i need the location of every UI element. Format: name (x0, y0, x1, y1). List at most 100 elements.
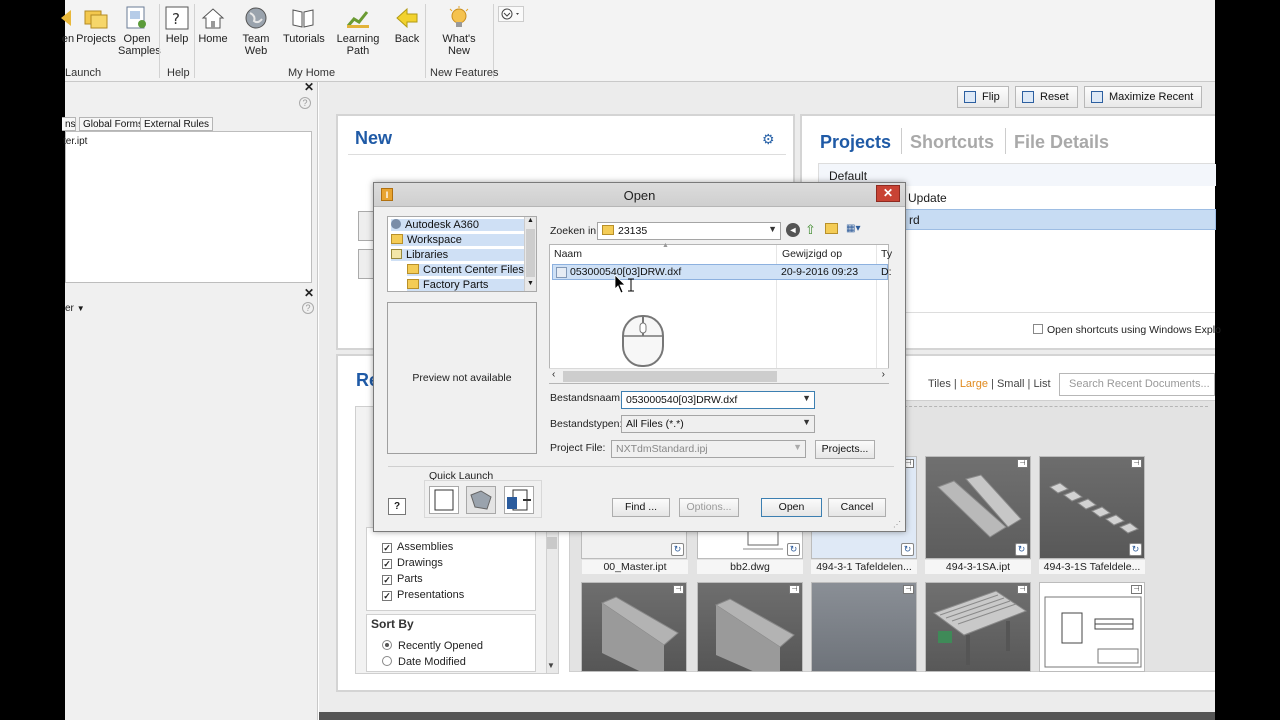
column-name[interactable]: Naam (554, 248, 582, 260)
check-icon: ✓ (382, 591, 392, 601)
folder-icon (391, 234, 403, 244)
scroll-left-icon[interactable]: ‹ (552, 369, 555, 380)
thumbnail-blank-part[interactable]: ⊣ (811, 582, 917, 672)
gear-icon[interactable]: ⚙ (762, 131, 775, 148)
scrollbar-thumb[interactable] (547, 537, 557, 549)
tab-file-details[interactable]: File Details (1014, 132, 1109, 153)
tab-external-rules[interactable]: External Rules (140, 117, 214, 131)
view-menu-icon[interactable]: ▦▾ (846, 223, 866, 236)
list-item[interactable]: ter.ipt (63, 136, 87, 147)
group-label-help: Help (167, 67, 190, 79)
flip-icon (964, 91, 976, 103)
scroll-up-icon[interactable]: ▲ (527, 217, 534, 224)
tab-global-forms[interactable]: Global Forms (79, 117, 148, 131)
divider (901, 128, 902, 154)
dialog-titlebar[interactable]: I Open ✕ (374, 183, 905, 207)
learning-path-icon (346, 11, 369, 28)
home-button[interactable]: Home (198, 6, 228, 45)
location-factory-parts[interactable]: Factory Parts (407, 279, 524, 291)
close-icon[interactable]: ✕ (304, 286, 314, 300)
pin-icon: ⊣ (1017, 459, 1028, 468)
thumbnail-wall-part[interactable]: ⊣ (581, 582, 687, 672)
view-list-link[interactable]: List (1033, 378, 1050, 390)
tab-projects[interactable]: Projects (820, 132, 891, 153)
scrollbar-thumb[interactable] (526, 229, 535, 277)
scrollbar-thumb[interactable] (563, 371, 777, 382)
column-modified[interactable]: Gewijzigd op (782, 248, 842, 260)
location-libraries[interactable]: Libraries (391, 249, 524, 261)
tab-shortcuts[interactable]: Shortcuts (910, 132, 994, 153)
template-icon[interactable] (358, 211, 374, 241)
search-recent-input[interactable]: Search Recent Documents... (1059, 373, 1215, 396)
filter-drawings-checkbox[interactable]: ✓ Drawings (382, 557, 443, 569)
location-autodesk-a360[interactable]: Autodesk A360 (391, 219, 524, 231)
options-button[interactable]: Options... (679, 498, 739, 517)
filename-input[interactable]: 053000540[03]DRW.dxf ▼ (621, 391, 815, 409)
back-button[interactable]: Back (393, 6, 421, 45)
help-icon[interactable]: ? (388, 498, 406, 515)
template-icon[interactable] (358, 249, 374, 279)
view-large-link[interactable]: Large (960, 378, 988, 390)
thumbnail-caption: 494-3-1SA.ipt (925, 560, 1031, 574)
location-tree: Autodesk A360 Workspace Libraries Conten… (387, 216, 537, 292)
column-type[interactable]: Ty (881, 248, 892, 260)
browser-dropdown[interactable]: er ▼ (65, 303, 85, 314)
filter-presentations-checkbox[interactable]: ✓ Presentations (382, 589, 464, 601)
find-button[interactable]: Find ... (612, 498, 670, 517)
thumbnail-494-3-1sa[interactable]: ⊣ ↻ (925, 456, 1031, 559)
pin-icon: ⊣ (903, 585, 914, 594)
flip-button[interactable]: Flip (957, 86, 1009, 108)
learning-path-button[interactable]: Learning Path (326, 6, 390, 57)
up-folder-icon[interactable]: ⇧ (805, 222, 816, 238)
projects-button[interactable]: Projects... (815, 440, 875, 459)
quick-access-dropdown[interactable] (498, 6, 524, 22)
sort-recently-opened-radio[interactable]: Recently Opened (382, 640, 483, 652)
tutorials-button[interactable]: Tutorials (283, 6, 325, 45)
view-small-link[interactable]: Small (997, 378, 1025, 390)
open-drawing-icon[interactable] (466, 486, 496, 514)
help-button[interactable]: ? Help (163, 6, 191, 45)
scrollbar[interactable]: ▲ ▼ (524, 217, 536, 291)
file-row-selected[interactable]: 053000540[03]DRW.dxf 20-9-2016 09:23 D: (552, 264, 892, 280)
project-file-dropdown[interactable]: NXTdmStandard.ipj ▼ (611, 440, 806, 458)
ribbon-separator (194, 4, 195, 78)
open-button[interactable]: Open (761, 498, 822, 517)
sort-date-modified-radio[interactable]: Date Modified (382, 656, 466, 668)
scroll-down-icon[interactable]: ▼ (527, 280, 534, 287)
resize-grip-icon[interactable]: ⋰ (893, 520, 901, 529)
whats-new-button[interactable]: What's New (437, 6, 481, 57)
reset-button[interactable]: Reset (1015, 86, 1078, 108)
view-tiles-link[interactable]: Tiles (928, 378, 951, 390)
look-in-dropdown[interactable]: 23135 ▼ (597, 222, 781, 240)
help-circle-icon[interactable]: ? (302, 302, 314, 314)
open-shortcuts-checkbox[interactable]: Open shortcuts using Windows Explo (1033, 324, 1221, 336)
open-samples-button[interactable]: Open Samples (118, 6, 161, 57)
thumbnail-wall-part[interactable]: ⊣ (697, 582, 803, 672)
back-arrow-icon[interactable]: ◄ (786, 223, 800, 237)
thumbnail-drawing-sheet[interactable]: ⊣ (1039, 582, 1145, 672)
close-icon[interactable]: ✕ (304, 80, 314, 94)
filter-parts-checkbox[interactable]: ✓ Parts (382, 573, 423, 585)
ribbon-button-partial[interactable]: en (61, 6, 75, 45)
team-web-button[interactable]: Team Web (232, 6, 280, 57)
scroll-right-icon[interactable]: › (882, 369, 885, 380)
filetype-dropdown[interactable]: All Files (*.*) ▼ (621, 415, 815, 433)
location-workspace[interactable]: Workspace (391, 234, 524, 246)
import-icon[interactable] (504, 486, 534, 514)
cursor-icon (614, 275, 634, 294)
cancel-button[interactable]: Cancel (828, 498, 886, 517)
filter-assemblies-checkbox[interactable]: ✓ Assemblies (382, 541, 453, 553)
projects-button[interactable]: Projects (76, 6, 116, 45)
scroll-down-icon[interactable]: ▼ (547, 661, 555, 670)
pin-icon: ⊣ (673, 585, 684, 594)
help-circle-icon[interactable]: ? (299, 97, 311, 109)
new-folder-icon[interactable] (825, 223, 838, 234)
horizontal-scrollbar[interactable]: ‹ › (549, 368, 889, 383)
thumbnail-494-3-1s-tafeldele[interactable]: ⊣ ↻ (1039, 456, 1145, 559)
thumbnail-conveyor[interactable]: ⊣ (925, 582, 1031, 672)
location-content-center[interactable]: Content Center Files (407, 264, 524, 276)
maximize-recent-button[interactable]: Maximize Recent (1084, 86, 1203, 108)
close-button[interactable]: ✕ (876, 185, 900, 202)
tab-partial[interactable]: ns (62, 117, 76, 131)
new-file-icon[interactable] (429, 486, 459, 514)
